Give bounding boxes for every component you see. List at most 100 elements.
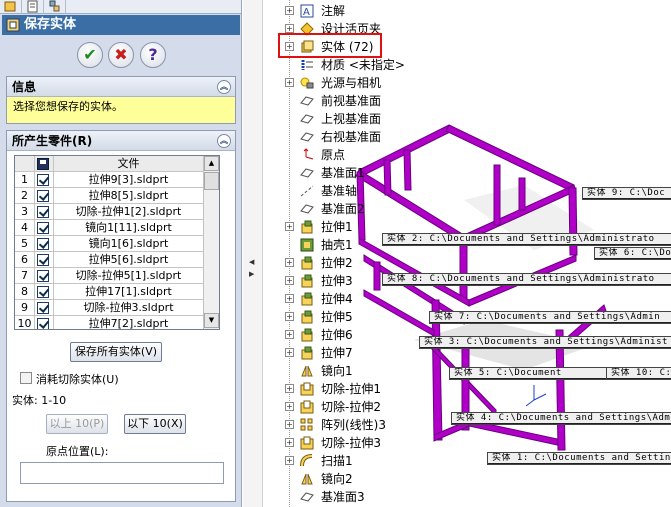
tree-item-label[interactable]: 拉伸6 bbox=[321, 326, 353, 344]
tree-item-label[interactable]: 拉伸1 bbox=[321, 218, 353, 236]
table-row[interactable]: 3 切除-拉伸1[2].sldprt bbox=[15, 204, 205, 220]
tree-item-label[interactable]: 拉伸5 bbox=[321, 308, 353, 326]
cancel-button[interactable]: ✖ bbox=[108, 42, 134, 68]
tree-item-label[interactable]: 原点 bbox=[321, 146, 345, 164]
file-name-cell[interactable]: 切除-拉伸1[2].sldprt bbox=[53, 204, 203, 220]
tree-item-label[interactable]: 切除-拉伸1 bbox=[321, 380, 381, 398]
body-callout-label[interactable]: 实体 3: C:\Documents and Settings\Administ bbox=[419, 336, 671, 349]
next-10-button[interactable]: 以下 10(X) bbox=[124, 414, 186, 434]
expand-icon[interactable]: + bbox=[285, 348, 294, 357]
save-body-checkbox[interactable] bbox=[37, 190, 49, 202]
parts-section-header[interactable]: 所产生零件(R) ︽ bbox=[7, 131, 235, 151]
tree-item-label[interactable]: 切除-拉伸2 bbox=[321, 398, 381, 416]
save-body-checkbox[interactable] bbox=[37, 318, 49, 329]
scroll-down-button[interactable]: ▼ bbox=[204, 313, 219, 328]
table-row[interactable]: 6 拉伸5[6].sldprt bbox=[15, 252, 205, 268]
table-row[interactable]: 9 切除-拉伸3.sldprt bbox=[15, 300, 205, 316]
expand-icon[interactable]: + bbox=[285, 420, 294, 429]
file-name-cell[interactable]: 切除-拉伸3.sldprt bbox=[53, 300, 203, 316]
tree-item-label[interactable]: 基准面2 bbox=[321, 200, 365, 218]
collapse-icon[interactable]: ︽ bbox=[217, 134, 231, 148]
file-name-cell[interactable]: 切除-拉伸5[1].sldprt bbox=[53, 268, 203, 284]
origin-position-input[interactable] bbox=[20, 462, 224, 484]
expand-icon[interactable]: + bbox=[285, 384, 294, 393]
body-callout-label[interactable]: 实体 6: C:\Docu bbox=[594, 247, 671, 260]
table-row[interactable]: 7 切除-拉伸5[1].sldprt bbox=[15, 268, 205, 284]
scroll-thumb[interactable] bbox=[204, 172, 219, 190]
file-name-cell[interactable]: 拉伸9[3].sldprt bbox=[53, 172, 203, 188]
body-callout-label[interactable]: 实体 10: C:\Doc bbox=[606, 367, 671, 380]
save-body-checkbox[interactable] bbox=[37, 270, 49, 282]
info-section-header[interactable]: 信息 ︽ bbox=[7, 77, 235, 97]
table-row[interactable]: 8 拉伸17[1].sldprt bbox=[15, 284, 205, 300]
expand-icon[interactable]: + bbox=[285, 6, 294, 15]
table-row[interactable]: 1 拉伸9[3].sldprt bbox=[15, 172, 205, 188]
ok-button[interactable]: ✔ bbox=[77, 42, 103, 68]
tree-item-label[interactable]: 拉伸7 bbox=[321, 344, 353, 362]
file-name-cell[interactable]: 拉伸8[5].sldprt bbox=[53, 188, 203, 204]
file-name-cell[interactable]: 拉伸17[1].sldprt bbox=[53, 284, 203, 300]
scroll-up-button[interactable]: ▲ bbox=[204, 156, 219, 171]
tree-item-label[interactable]: 注解 bbox=[321, 2, 345, 20]
table-row[interactable]: 10 拉伸7[2].sldprt bbox=[15, 316, 205, 329]
expand-icon[interactable]: + bbox=[285, 222, 294, 231]
tree-item-label[interactable]: 切除-拉伸3 bbox=[321, 434, 381, 452]
expand-icon[interactable]: + bbox=[285, 294, 294, 303]
save-body-checkbox[interactable] bbox=[37, 206, 49, 218]
help-button[interactable]: ? bbox=[140, 42, 166, 68]
tree-item-label[interactable]: 基准轴 bbox=[321, 182, 357, 200]
expand-icon[interactable]: + bbox=[285, 78, 294, 87]
panel-splitter[interactable]: ◀ ▶ bbox=[243, 0, 263, 507]
save-body-checkbox[interactable] bbox=[37, 254, 49, 266]
tree-item-label[interactable]: 阵列(线性)3 bbox=[321, 416, 386, 434]
tree-item-label[interactable]: 基准面1 bbox=[321, 164, 365, 182]
table-scrollbar[interactable]: ▲ ▼ bbox=[203, 156, 219, 329]
tree-item-label[interactable]: 拉伸3 bbox=[321, 272, 353, 290]
collapse-right-icon[interactable]: ▶ bbox=[249, 270, 256, 278]
tree-item-label[interactable]: 拉伸4 bbox=[321, 290, 353, 308]
save-body-checkbox[interactable] bbox=[37, 302, 49, 314]
tree-item-label[interactable]: 扫描1 bbox=[321, 452, 353, 470]
tree-item-label[interactable]: 前视基准面 bbox=[321, 92, 381, 110]
body-callout-label[interactable]: 实体 1: C:\Documents and Settings bbox=[487, 452, 671, 465]
expand-icon[interactable]: + bbox=[285, 330, 294, 339]
body-callout-label[interactable]: 实体 9: C:\Doc bbox=[582, 187, 671, 200]
tree-item-label[interactable]: 上视基准面 bbox=[321, 110, 381, 128]
save-body-checkbox[interactable] bbox=[37, 286, 49, 298]
body-callout-label[interactable]: 实体 2: C:\Documents and Settings\Administ… bbox=[382, 233, 671, 246]
table-row[interactable]: 2 拉伸8[5].sldprt bbox=[15, 188, 205, 204]
table-row[interactable]: 5 镜向1[6].sldprt bbox=[15, 236, 205, 252]
expand-icon[interactable]: + bbox=[285, 258, 294, 267]
tab-property-manager[interactable] bbox=[22, 0, 44, 14]
save-body-checkbox[interactable] bbox=[37, 174, 49, 186]
expand-icon[interactable]: + bbox=[285, 24, 294, 33]
tree-item-label[interactable]: 镜向1 bbox=[321, 362, 353, 380]
tree-item-label[interactable]: 材质 <未指定> bbox=[321, 56, 405, 74]
tree-item-label[interactable]: 基准面3 bbox=[321, 488, 365, 506]
save-body-checkbox[interactable] bbox=[37, 222, 49, 234]
tree-item-label[interactable]: 抽壳1 bbox=[321, 236, 353, 254]
tab-configuration-manager[interactable] bbox=[44, 0, 66, 14]
table-row[interactable]: 4 镜向1[11].sldprt bbox=[15, 220, 205, 236]
previous-10-button[interactable]: 以上 10(P) bbox=[46, 414, 108, 434]
collapse-icon[interactable]: ︽ bbox=[217, 80, 231, 94]
tree-item-label[interactable]: 光源与相机 bbox=[321, 74, 381, 92]
tree-item-label[interactable]: 右视基准面 bbox=[321, 128, 381, 146]
tree-item-label[interactable]: 拉伸2 bbox=[321, 254, 353, 272]
save-body-checkbox[interactable] bbox=[37, 238, 49, 250]
expand-icon[interactable]: + bbox=[285, 456, 294, 465]
file-name-cell[interactable]: 镜向1[11].sldprt bbox=[53, 220, 203, 236]
tree-item-label[interactable]: 镜向2 bbox=[321, 470, 353, 488]
body-callout-label[interactable]: 实体 8: C:\Documents and Settings\Administ… bbox=[382, 273, 671, 286]
collapse-left-icon[interactable]: ◀ bbox=[249, 258, 256, 266]
expand-icon[interactable]: + bbox=[285, 276, 294, 285]
consume-cut-bodies-checkbox[interactable] bbox=[20, 372, 32, 384]
file-name-cell[interactable]: 拉伸7[2].sldprt bbox=[53, 316, 203, 329]
tab-feature-manager[interactable] bbox=[0, 0, 22, 14]
expand-icon[interactable]: + bbox=[285, 438, 294, 447]
body-callout-label[interactable]: 实体 4: C:\Documents and Settings\Administ bbox=[451, 412, 671, 425]
file-name-cell[interactable]: 镜向1[6].sldprt bbox=[53, 236, 203, 252]
expand-icon[interactable]: + bbox=[285, 312, 294, 321]
save-all-bodies-button[interactable]: 保存所有实体(V) bbox=[70, 342, 162, 362]
body-callout-label[interactable]: 实体 7: C:\Documents and Settings\Admin bbox=[429, 311, 671, 324]
